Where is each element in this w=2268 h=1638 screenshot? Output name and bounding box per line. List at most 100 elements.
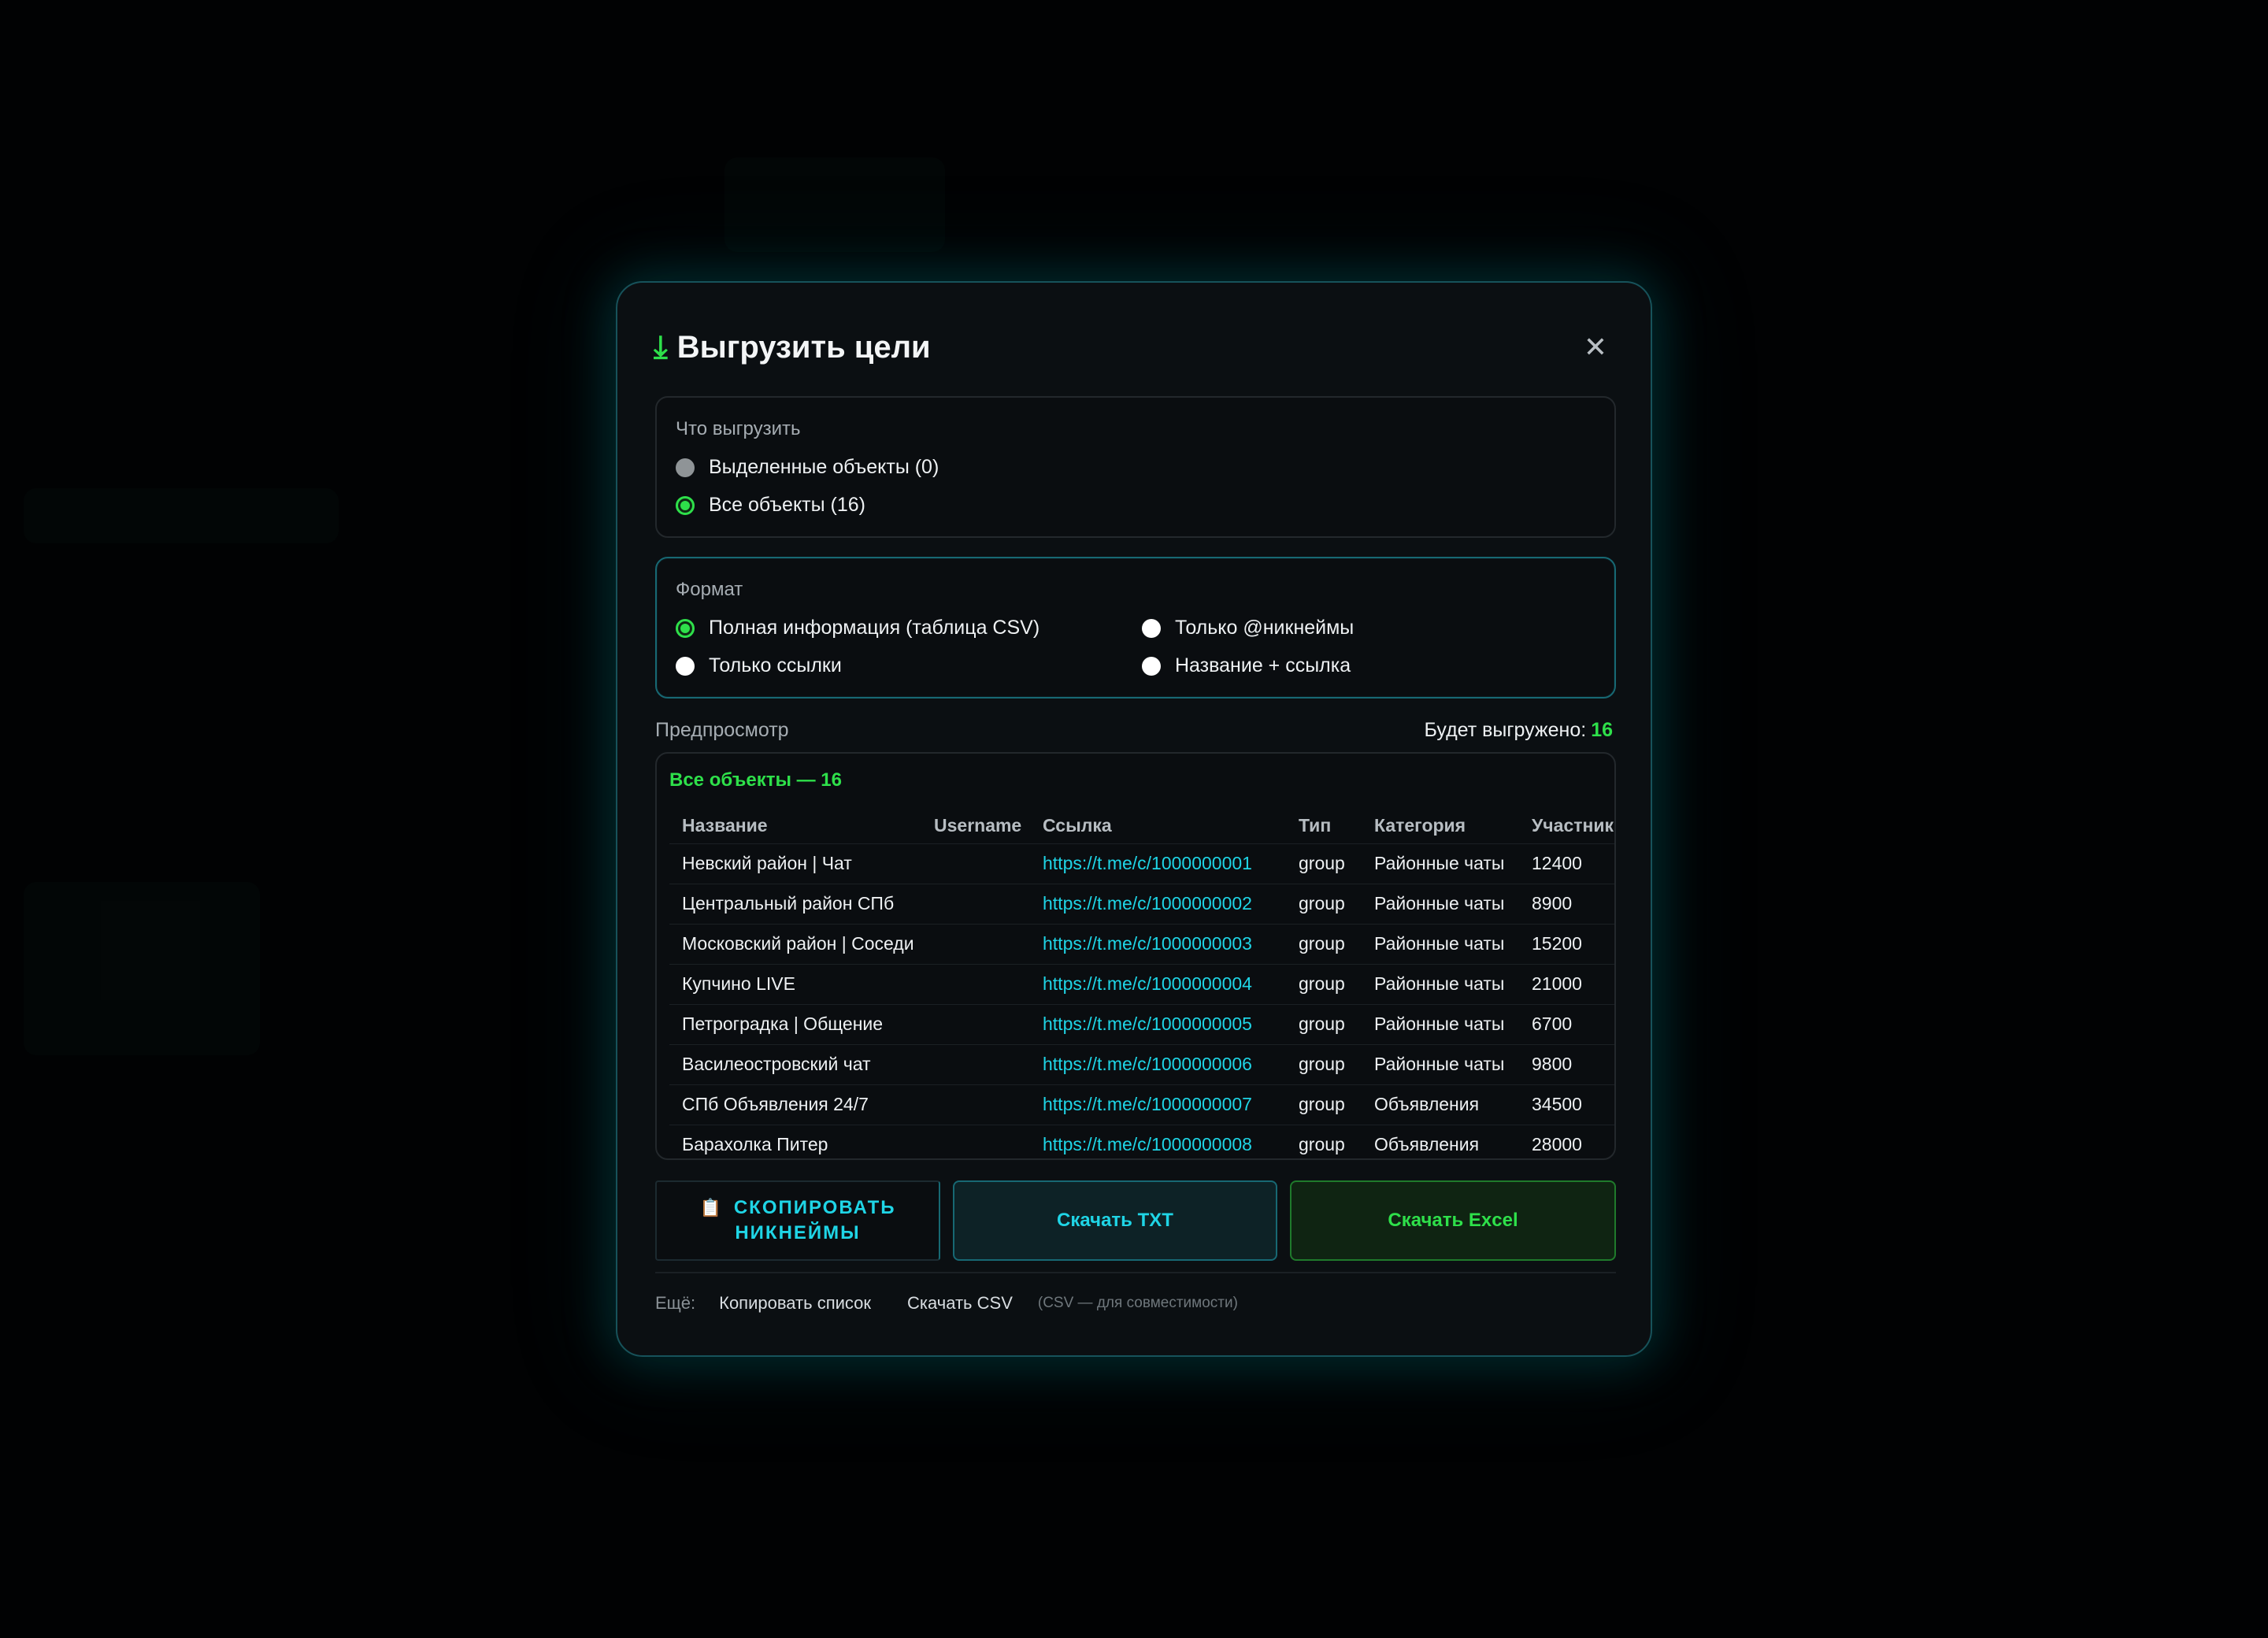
cell-link[interactable]: https://t.me/c/1000000001 bbox=[1030, 843, 1286, 884]
column-header-username: Username bbox=[934, 815, 1022, 836]
cell-name: Барахолка Питер bbox=[669, 1124, 921, 1158]
background-card bbox=[724, 158, 945, 252]
copy-button-label-line2: НИКНЕЙМЫ bbox=[735, 1222, 861, 1243]
radio-nicknames-only[interactable]: Только @никнеймы bbox=[1142, 617, 1354, 639]
radio-label: Название + ссылка bbox=[1175, 654, 1351, 676]
cell-category: Районные чаты bbox=[1362, 1043, 1519, 1084]
cell-name: СПб Объявления 24/7 bbox=[669, 1084, 921, 1125]
preview-label: Предпросмотр bbox=[655, 719, 789, 741]
table-row: Московский район | Соседи https://t.me/c… bbox=[669, 923, 1614, 964]
radio-all-objects[interactable]: Все объекты (16) bbox=[676, 494, 865, 517]
table-row: Петроградка | Общение https://t.me/c/100… bbox=[669, 1003, 1614, 1044]
cell-type: group bbox=[1286, 843, 1362, 884]
clipboard-icon: 📋 bbox=[699, 1198, 723, 1217]
cell-members: 15200 bbox=[1519, 923, 1614, 964]
cell-username bbox=[921, 963, 1030, 1004]
radio-indicator[interactable] bbox=[1142, 656, 1161, 676]
background-panel bbox=[24, 882, 260, 1055]
cell-type: group bbox=[1286, 923, 1362, 964]
preview-table: Название Username Ссылка Тип Категория У… bbox=[669, 809, 1614, 1158]
table-row: СПб Объявления 24/7 https://t.me/c/10000… bbox=[669, 1084, 1614, 1125]
cell-name: Московский район | Соседи bbox=[669, 923, 921, 964]
cell-username bbox=[921, 1003, 1030, 1044]
cell-members: 28000 bbox=[1519, 1124, 1614, 1158]
cell-members: 21000 bbox=[1519, 963, 1614, 1004]
cell-link[interactable]: https://t.me/c/1000000003 bbox=[1030, 923, 1286, 964]
download-txt-button[interactable]: Скачать TXT bbox=[953, 1180, 1277, 1261]
radio-indicator-checked[interactable] bbox=[676, 618, 695, 638]
radio-indicator[interactable] bbox=[1142, 618, 1161, 638]
radio-indicator[interactable] bbox=[676, 656, 695, 676]
export-count-label: Будет выгружено: bbox=[1424, 719, 1587, 741]
cell-link[interactable]: https://t.me/c/1000000005 bbox=[1030, 1003, 1286, 1044]
radio-indicator[interactable] bbox=[676, 458, 695, 477]
radio-name-plus-link[interactable]: Название + ссылка bbox=[1142, 654, 1351, 677]
copy-list-link[interactable]: Копировать список bbox=[719, 1293, 871, 1314]
cell-type: group bbox=[1286, 1043, 1362, 1084]
cell-link[interactable]: https://t.me/c/1000000004 bbox=[1030, 963, 1286, 1004]
modal-title: Выгрузить цели bbox=[676, 329, 931, 365]
radio-label: Только ссылки bbox=[709, 654, 842, 676]
more-options: Ещё: Копировать список Скачать CSV (CSV … bbox=[655, 1288, 1238, 1319]
preview-table-scroll[interactable]: Название Username Ссылка Тип Категория У… bbox=[669, 809, 1614, 1158]
download-csv-link[interactable]: Скачать CSV bbox=[907, 1293, 1013, 1314]
cell-type: group bbox=[1286, 1084, 1362, 1125]
cell-category: Районные чаты bbox=[1362, 1003, 1519, 1044]
radio-label: Полная информация (таблица CSV) bbox=[709, 617, 1040, 639]
more-label: Ещё: bbox=[655, 1293, 696, 1313]
radio-selected-objects[interactable]: Выделенные объекты (0) bbox=[676, 456, 939, 479]
radio-label: Только @никнеймы bbox=[1175, 617, 1354, 639]
background-panel bbox=[24, 488, 339, 543]
cell-link[interactable]: https://t.me/c/1000000006 bbox=[1030, 1043, 1286, 1084]
radio-label: Выделенные объекты (0) bbox=[709, 456, 939, 478]
radio-indicator-checked[interactable] bbox=[676, 495, 695, 515]
cell-username bbox=[921, 923, 1030, 964]
cell-name: Невский район | Чат bbox=[669, 843, 921, 884]
modal-header: ⤓ Выгрузить цели ✕ bbox=[654, 324, 1614, 371]
cell-members: 6700 bbox=[1519, 1003, 1614, 1044]
cell-username bbox=[921, 843, 1030, 884]
copy-button-label-line1: СКОПИРОВАТЬ bbox=[733, 1197, 896, 1218]
column-header-category: Категория bbox=[1374, 815, 1466, 836]
cell-name: Василеостровский чат bbox=[669, 1043, 921, 1084]
cell-members: 8900 bbox=[1519, 883, 1614, 924]
close-icon: ✕ bbox=[1583, 331, 1608, 363]
csv-note: (CSV — для совместимости) bbox=[1037, 1295, 1238, 1311]
cell-category: Объявления bbox=[1362, 1124, 1519, 1158]
download-icon: ⤓ bbox=[654, 329, 668, 365]
cell-name: Купчино LIVE bbox=[669, 963, 921, 1004]
close-button[interactable]: ✕ bbox=[1577, 328, 1614, 366]
cell-members: 34500 bbox=[1519, 1084, 1614, 1125]
cell-category: Объявления bbox=[1362, 1084, 1519, 1125]
cell-category: Районные чаты bbox=[1362, 883, 1519, 924]
cell-members: 9800 bbox=[1519, 1043, 1614, 1084]
download-excel-button[interactable]: Скачать Excel bbox=[1290, 1180, 1616, 1261]
cell-type: group bbox=[1286, 1003, 1362, 1044]
what-to-export-label: Что выгрузить bbox=[676, 418, 801, 439]
column-header-name: Название bbox=[682, 815, 768, 836]
preview-title: Все объекты — 16 bbox=[669, 769, 842, 791]
export-modal: ⤓ Выгрузить цели ✕ Что выгрузить Выделен… bbox=[616, 281, 1652, 1357]
copy-nicknames-button[interactable]: 📋 СКОПИРОВАТЬ НИКНЕЙМЫ bbox=[655, 1180, 940, 1261]
cell-username bbox=[921, 1043, 1030, 1084]
cell-members: 12400 bbox=[1519, 843, 1614, 884]
cell-type: group bbox=[1286, 963, 1362, 1004]
preview-panel[interactable]: Все объекты — 16 Название Username Ссылк… bbox=[655, 752, 1616, 1160]
divider bbox=[655, 1272, 1616, 1273]
cell-category: Районные чаты bbox=[1362, 843, 1519, 884]
cell-name: Центральный район СПб bbox=[669, 883, 921, 924]
table-row: Василеостровский чат https://t.me/c/1000… bbox=[669, 1043, 1614, 1084]
format-section: Формат Полная информация (таблица CSV) Т… bbox=[655, 557, 1616, 699]
table-row: Купчино LIVE https://t.me/c/1000000004 g… bbox=[669, 963, 1614, 1004]
cell-category: Районные чаты bbox=[1362, 963, 1519, 1004]
cell-username bbox=[921, 883, 1030, 924]
radio-full-info-csv[interactable]: Полная информация (таблица CSV) bbox=[676, 617, 1040, 639]
column-header-type: Тип bbox=[1299, 815, 1332, 836]
cell-username bbox=[921, 1084, 1030, 1125]
table-header-row: Название Username Ссылка Тип Категория У… bbox=[669, 809, 1614, 843]
radio-links-only[interactable]: Только ссылки bbox=[676, 654, 842, 677]
copy-button-row: 📋 СКОПИРОВАТЬ bbox=[699, 1195, 895, 1221]
cell-link[interactable]: https://t.me/c/1000000008 bbox=[1030, 1124, 1286, 1158]
cell-link[interactable]: https://t.me/c/1000000007 bbox=[1030, 1084, 1286, 1125]
cell-link[interactable]: https://t.me/c/1000000002 bbox=[1030, 883, 1286, 924]
